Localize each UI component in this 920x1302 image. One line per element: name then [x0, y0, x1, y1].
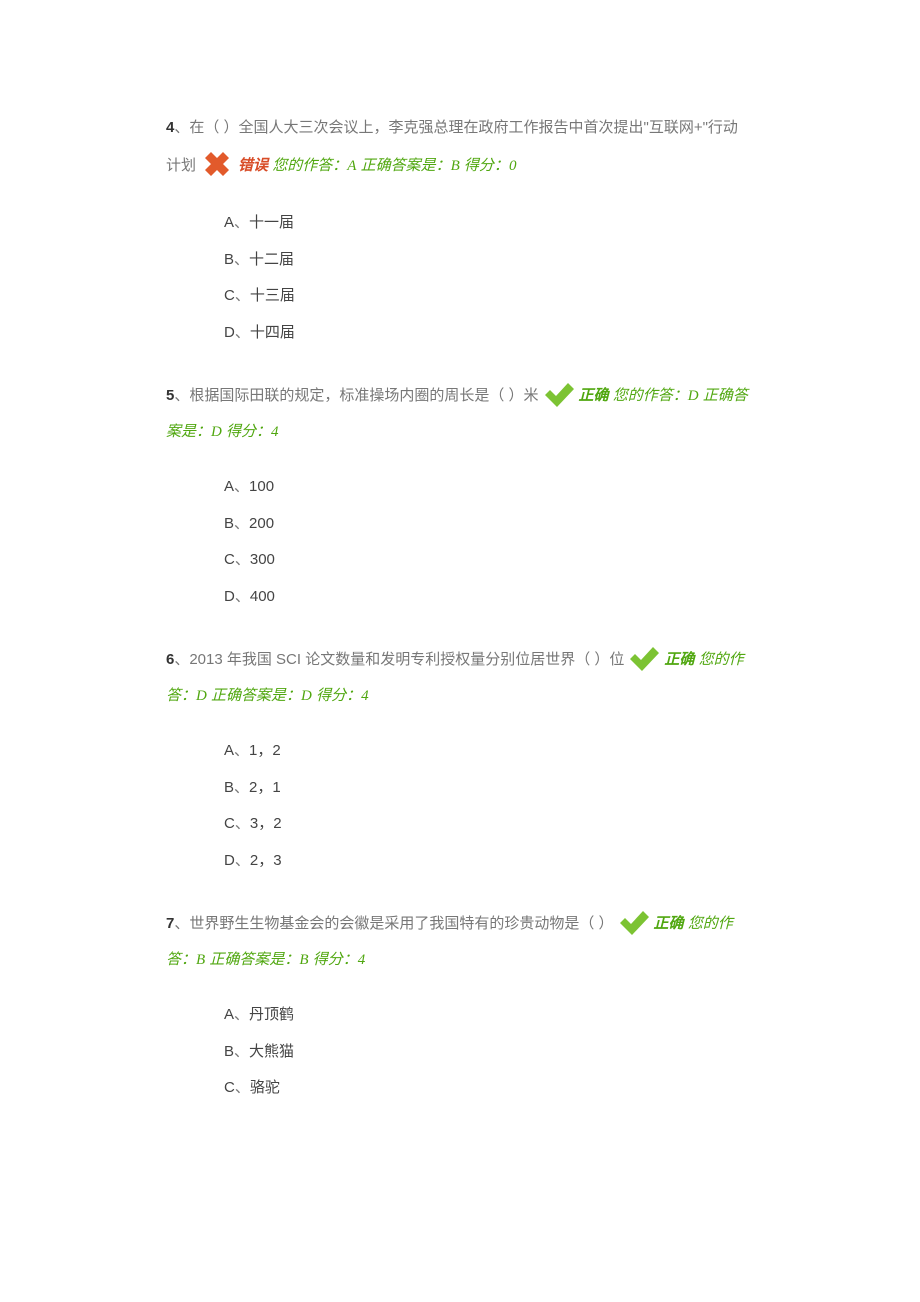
option-item: B、2，1 — [224, 771, 752, 806]
option-separator: 、 — [234, 515, 249, 532]
option-separator: 、 — [235, 324, 250, 341]
option-separator: 、 — [235, 815, 250, 832]
option-text: 骆驼 — [250, 1079, 280, 1096]
option-separator: 、 — [234, 251, 249, 268]
correct-answer: 正确答案是：B — [209, 952, 308, 968]
option-text: 1，2 — [249, 742, 281, 759]
score: 得分：4 — [226, 424, 279, 440]
question-block: 4、在（ ）全国人大三次会议上，李克强总理在政府工作报告中首次提出"互联网+"行… — [166, 110, 752, 350]
option-letter: B — [224, 515, 234, 532]
option-item: C、十三届 — [224, 279, 752, 314]
question-stem: 4、在（ ）全国人大三次会议上，李克强总理在政府工作报告中首次提出"互联网+"行… — [166, 110, 752, 186]
option-letter: B — [224, 251, 234, 268]
question-text: 、根据国际田联的规定，标准操场内圈的周长是（ ）米 — [174, 387, 538, 404]
option-item: A、十一届 — [224, 206, 752, 241]
option-separator: 、 — [235, 588, 250, 605]
option-separator: 、 — [234, 779, 249, 796]
option-separator: 、 — [234, 478, 249, 495]
check-icon — [542, 379, 576, 409]
score: 得分：4 — [313, 952, 366, 968]
correct-answer: 正确答案是：B — [361, 158, 460, 174]
option-item: C、3，2 — [224, 807, 752, 842]
option-text: 2，3 — [250, 852, 282, 869]
status-label: 错误 — [238, 158, 268, 174]
option-letter: C — [224, 1079, 235, 1096]
option-letter: C — [224, 551, 235, 568]
option-text: 十一届 — [249, 214, 294, 231]
option-text: 丹顶鹤 — [249, 1006, 294, 1023]
option-item: D、400 — [224, 580, 752, 615]
options-list: A、十一届B、十二届C、十三届D、十四届 — [224, 206, 752, 350]
option-text: 200 — [249, 515, 274, 532]
check-icon — [627, 643, 661, 673]
question-stem: 6、2013 年我国 SCI 论文数量和发明专利授权量分别位居世界（ ）位正确 … — [166, 642, 752, 714]
option-item: C、300 — [224, 543, 752, 578]
correct-answer: 正确答案是：D — [211, 688, 312, 704]
option-separator: 、 — [234, 742, 249, 759]
option-separator: 、 — [235, 852, 250, 869]
option-separator: 、 — [235, 287, 250, 304]
option-separator: 、 — [234, 1006, 249, 1023]
option-text: 3，2 — [250, 815, 282, 832]
option-text: 300 — [250, 551, 275, 568]
option-item: B、大熊猫 — [224, 1035, 752, 1070]
question-block: 7、世界野生生物基金会的会徽是采用了我国特有的珍贵动物是（ ）正确 您的作答：B… — [166, 906, 752, 1106]
option-letter: C — [224, 287, 235, 304]
question-stem: 5、根据国际田联的规定，标准操场内圈的周长是（ ）米正确 您的作答：D 正确答案… — [166, 378, 752, 450]
option-letter: A — [224, 478, 234, 495]
question-block: 6、2013 年我国 SCI 论文数量和发明专利授权量分别位居世界（ ）位正确 … — [166, 642, 752, 878]
quiz-page: 4、在（ ）全国人大三次会议上，李克强总理在政府工作报告中首次提出"互联网+"行… — [0, 0, 920, 1174]
option-letter: D — [224, 588, 235, 605]
option-item: A、1，2 — [224, 734, 752, 769]
option-item: A、丹顶鹤 — [224, 998, 752, 1033]
option-letter: D — [224, 852, 235, 869]
question-text: 、世界野生生物基金会的会徽是采用了我国特有的珍贵动物是（ ） — [174, 915, 613, 932]
cross-icon — [199, 146, 235, 182]
status-label: 正确 — [579, 388, 609, 404]
option-letter: A — [224, 214, 234, 231]
options-list: A、丹顶鹤B、大熊猫C、骆驼 — [224, 998, 752, 1106]
option-item: D、2，3 — [224, 844, 752, 879]
option-text: 400 — [250, 588, 275, 605]
option-item: A、100 — [224, 470, 752, 505]
status-label: 正确 — [654, 916, 684, 932]
option-letter: A — [224, 742, 234, 759]
status-label: 正确 — [664, 652, 694, 668]
options-list: A、1，2B、2，1C、3，2D、2，3 — [224, 734, 752, 878]
option-text: 十四届 — [250, 324, 295, 341]
option-text: 十三届 — [250, 287, 295, 304]
your-answer: 您的作答：A — [272, 158, 356, 174]
check-icon — [617, 907, 651, 937]
question-text: 、2013 年我国 SCI 论文数量和发明专利授权量分别位居世界（ ）位 — [174, 651, 624, 668]
option-separator: 、 — [234, 214, 249, 231]
options-list: A、100B、200C、300D、400 — [224, 470, 752, 614]
option-letter: C — [224, 815, 235, 832]
option-item: C、骆驼 — [224, 1071, 752, 1106]
option-item: D、十四届 — [224, 316, 752, 351]
score: 得分：4 — [316, 688, 369, 704]
option-item: B、200 — [224, 507, 752, 542]
option-separator: 、 — [235, 1079, 250, 1096]
option-letter: B — [224, 1043, 234, 1060]
option-separator: 、 — [235, 551, 250, 568]
option-letter: A — [224, 1006, 234, 1023]
option-item: B、十二届 — [224, 243, 752, 278]
question-stem: 7、世界野生生物基金会的会徽是采用了我国特有的珍贵动物是（ ）正确 您的作答：B… — [166, 906, 752, 978]
option-letter: D — [224, 324, 235, 341]
option-text: 100 — [249, 478, 274, 495]
option-text: 2，1 — [249, 779, 281, 796]
option-text: 十二届 — [249, 251, 294, 268]
question-block: 5、根据国际田联的规定，标准操场内圈的周长是（ ）米正确 您的作答：D 正确答案… — [166, 378, 752, 614]
option-separator: 、 — [234, 1043, 249, 1060]
option-text: 大熊猫 — [249, 1043, 294, 1060]
option-letter: B — [224, 779, 234, 796]
score: 得分：0 — [464, 158, 517, 174]
your-answer: 您的作答：D — [613, 388, 699, 404]
